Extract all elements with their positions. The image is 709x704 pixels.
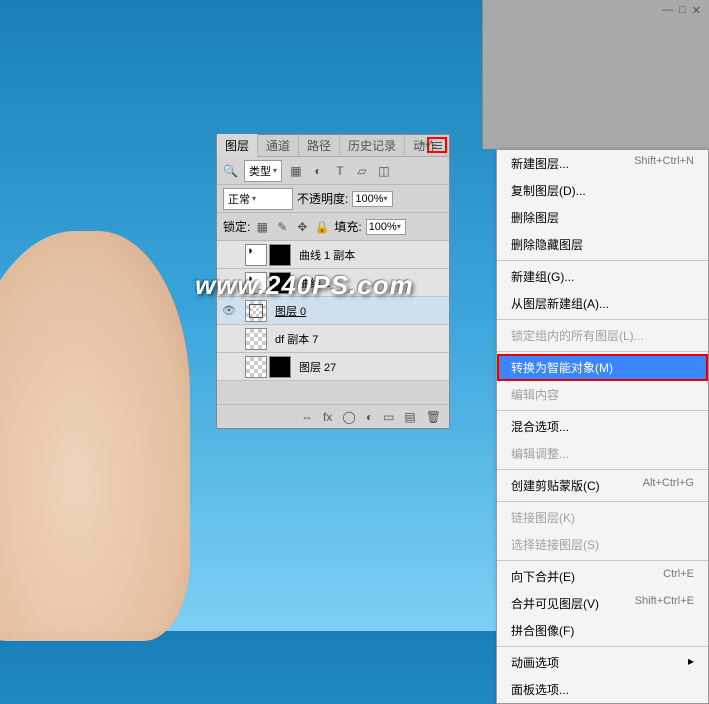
fx-icon[interactable]: fx [323, 410, 332, 424]
opacity-input[interactable]: 100% ▾ [352, 191, 392, 207]
menu-clipping-mask[interactable]: 创建剪贴蒙版(C) Alt+Ctrl+G [497, 472, 708, 499]
new-layer-icon[interactable]: ▤ [404, 410, 415, 424]
tab-layers[interactable]: 图层 [217, 134, 258, 157]
search-icon: 🔍 [223, 164, 238, 178]
opacity-value: 100% [355, 193, 383, 205]
fill-value: 100% [369, 221, 397, 233]
layer-name[interactable]: 图层 0 [271, 303, 306, 319]
mask-icon[interactable]: ◯ [342, 410, 355, 424]
link-icon[interactable]: ⇔ [301, 410, 313, 424]
layer-name[interactable]: df 副本 7 [271, 331, 318, 347]
adjustment-thumb: ◑ [245, 244, 267, 266]
menu-separator [497, 469, 708, 470]
tab-history[interactable]: 历史记录 [340, 134, 405, 157]
menu-separator [497, 646, 708, 647]
tab-channels[interactable]: 通道 [258, 134, 299, 157]
menu-separator [497, 560, 708, 561]
menu-merge-down[interactable]: 向下合并(E) Ctrl+E [497, 563, 708, 590]
chevron-down-icon: ▾ [273, 166, 277, 175]
blend-row: 正常 ▾ 不透明度: 100% ▾ [217, 185, 449, 213]
menu-edit-adjustment: 编辑调整... [497, 440, 708, 467]
layer-name[interactable]: 曲线 1 副本 [295, 247, 355, 263]
filter-type-select[interactable]: 类型 ▾ [244, 160, 282, 182]
restore-icon[interactable]: □ [679, 4, 686, 17]
layers-panel: 图层 通道 路径 历史记录 动作 « 🔍 类型 ▾ ▦ ◐ T ▱ ◫ 正常 ▾… [216, 134, 450, 429]
panel-tabs-header: 图层 通道 路径 历史记录 动作 « [217, 135, 449, 157]
filter-pixel-icon[interactable]: ▦ [288, 163, 304, 179]
mask-thumb [269, 356, 291, 378]
layer-thumb [245, 328, 267, 350]
menu-new-group[interactable]: 新建组(G)... [497, 263, 708, 290]
layer-list: ◑ 曲线 1 副本 ◑ 曲线 1 👁 图层 0 df 副本 7 图层 27 [217, 241, 449, 381]
fill-label: 填充: [334, 218, 361, 235]
adjustment-icon[interactable]: ◐ [366, 410, 373, 424]
layer-row[interactable]: 图层 27 [217, 353, 449, 381]
chevron-down-icon: ▾ [252, 194, 256, 203]
menu-separator [497, 410, 708, 411]
hand-image [0, 231, 190, 641]
fill-input[interactable]: 100% ▾ [366, 219, 406, 235]
menu-merge-visible[interactable]: 合并可见图层(V) Shift+Ctrl+E [497, 590, 708, 617]
chevron-right-icon: ▸ [688, 654, 694, 671]
opacity-label: 不透明度: [297, 190, 348, 207]
layer-row[interactable]: ◑ 曲线 1 副本 [217, 241, 449, 269]
menu-separator [497, 260, 708, 261]
layer-thumb [245, 356, 267, 378]
visibility-toggle[interactable]: 👁 [217, 304, 241, 317]
menu-delete-layer[interactable]: 删除图层 [497, 204, 708, 231]
layer-name[interactable]: 图层 27 [295, 359, 336, 375]
menu-convert-smart-object[interactable]: 转换为智能对象(M) [497, 354, 708, 381]
layer-row[interactable]: ◑ 曲线 1 [217, 269, 449, 297]
trash-icon[interactable]: 🗑 [426, 410, 441, 424]
layer-name[interactable]: 曲线 1 [295, 275, 330, 291]
layer-panel-context-menu: 新建图层... Shift+Ctrl+N 复制图层(D)... 删除图层 删除隐… [496, 149, 709, 704]
canvas-gray-area: — □ ✕ [482, 0, 709, 149]
tab-paths[interactable]: 路径 [299, 134, 340, 157]
filter-adjust-icon[interactable]: ◐ [310, 163, 326, 179]
menu-edit-contents: 编辑内容 [497, 381, 708, 408]
lock-all-icon[interactable]: 🔒 [314, 219, 330, 235]
smart-object-thumb [245, 300, 267, 322]
menu-lock-group: 锁定组内的所有图层(L)... [497, 322, 708, 349]
blend-mode-select[interactable]: 正常 ▾ [223, 188, 293, 210]
doc-window-controls: — □ ✕ [662, 4, 701, 17]
filter-smart-icon[interactable]: ◫ [376, 163, 392, 179]
mask-thumb [269, 244, 291, 266]
menu-link-layers: 链接图层(K) [497, 504, 708, 531]
menu-separator [497, 319, 708, 320]
menu-duplicate-layer[interactable]: 复制图层(D)... [497, 177, 708, 204]
menu-animation-options[interactable]: 动画选项▸ [497, 649, 708, 676]
menu-separator [497, 351, 708, 352]
panel-footer: ⇔ fx ◯ ◐ ▭ ▤ 🗑 [217, 404, 449, 428]
chevron-down-icon: ▾ [383, 194, 387, 203]
menu-separator [497, 501, 708, 502]
menu-new-layer[interactable]: 新建图层... Shift+Ctrl+N [497, 150, 708, 177]
filter-type-label: 类型 [249, 163, 271, 179]
lock-row: 锁定: ▦ ✎ ✥ 🔒 填充: 100% ▾ [217, 213, 449, 241]
filter-text-icon[interactable]: T [332, 163, 348, 179]
filter-row: 🔍 类型 ▾ ▦ ◐ T ▱ ◫ [217, 157, 449, 185]
menu-blending-options[interactable]: 混合选项... [497, 413, 708, 440]
lock-label: 锁定: [223, 218, 250, 235]
menu-select-linked: 选择链接图层(S) [497, 531, 708, 558]
minimize-icon[interactable]: — [662, 4, 673, 17]
close-icon[interactable]: ✕ [692, 4, 701, 17]
menu-panel-options[interactable]: 面板选项... [497, 676, 708, 703]
menu-group-from-layers[interactable]: 从图层新建组(A)... [497, 290, 708, 317]
layer-row[interactable]: df 副本 7 [217, 325, 449, 353]
adjustment-thumb: ◑ [245, 272, 267, 294]
filter-shape-icon[interactable]: ▱ [354, 163, 370, 179]
mask-thumb [269, 272, 291, 294]
lock-transparency-icon[interactable]: ▦ [254, 219, 270, 235]
lock-pixels-icon[interactable]: ✎ [274, 219, 290, 235]
panel-collapse-icon[interactable]: « [419, 138, 425, 150]
panel-menu-button[interactable] [427, 137, 447, 153]
chevron-down-icon: ▾ [397, 222, 401, 231]
lock-position-icon[interactable]: ✥ [294, 219, 310, 235]
blend-mode-value: 正常 [228, 191, 250, 207]
layer-row-selected[interactable]: 👁 图层 0 [217, 297, 449, 325]
folder-icon[interactable]: ▭ [383, 410, 394, 424]
menu-delete-hidden[interactable]: 删除隐藏图层 [497, 231, 708, 258]
